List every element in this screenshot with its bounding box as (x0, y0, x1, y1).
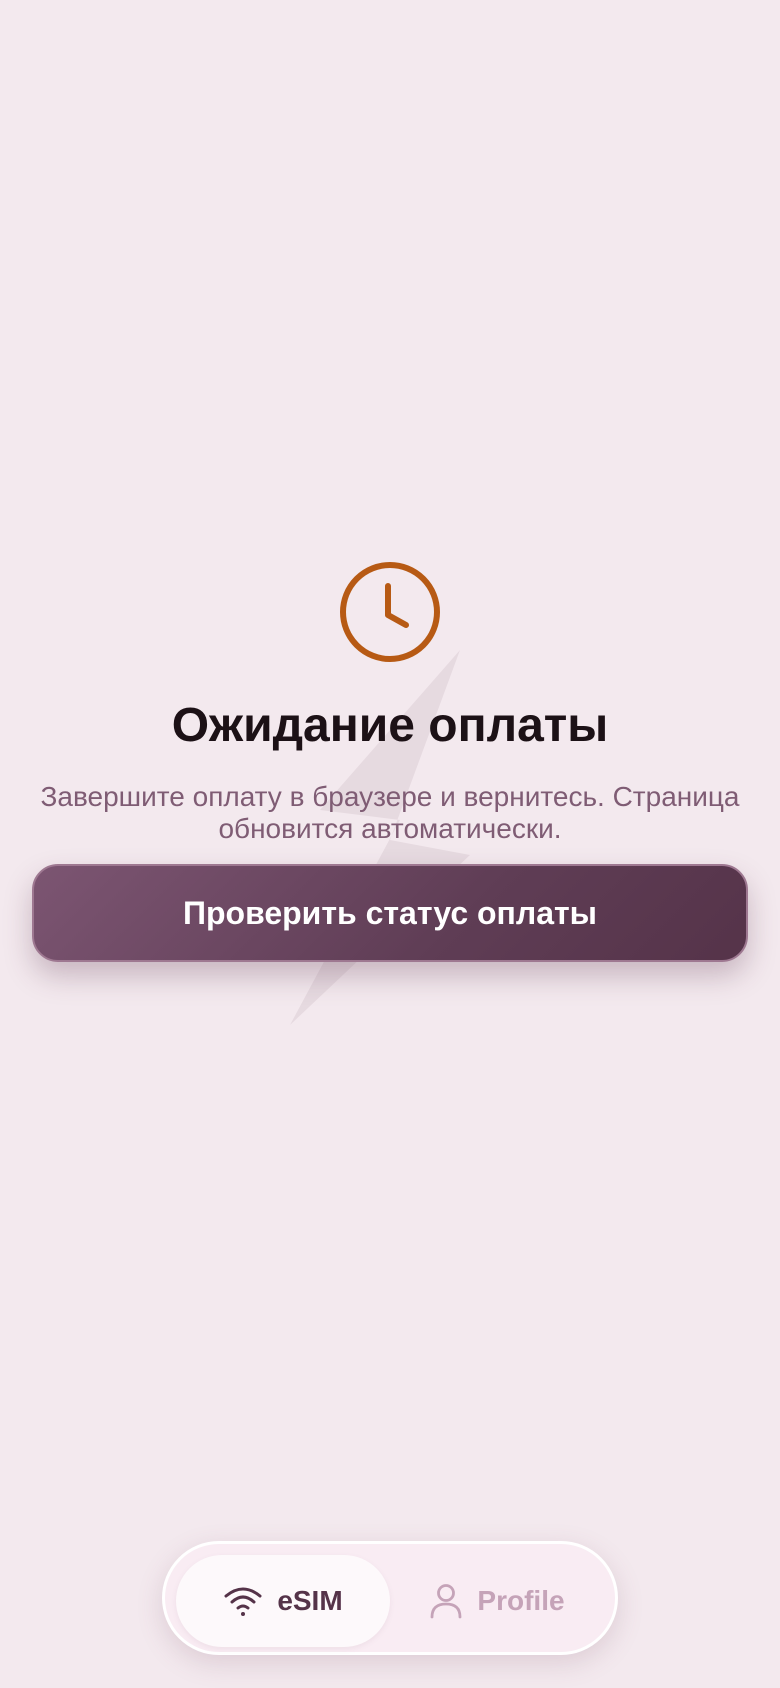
wifi-icon (224, 1587, 262, 1616)
tab-esim[interactable]: eSIM (176, 1555, 390, 1647)
clock-icon (340, 562, 440, 662)
tab-esim-label: eSIM (277, 1585, 343, 1616)
bottom-tab-bar: eSIM Profile (162, 1541, 618, 1655)
person-icon (431, 1584, 462, 1619)
check-payment-status-button[interactable]: Проверить статус оплаты (32, 864, 748, 962)
payment-pending-screen: Ожидание оплаты Завершите оплату в брауз… (0, 0, 780, 1688)
status-description: Завершите оплату в браузере и вернитесь.… (40, 780, 740, 844)
page-title: Ожидание оплаты (171, 699, 609, 752)
status-section: Ожидание оплаты Завершите оплату в брауз… (0, 560, 780, 845)
tab-profile[interactable]: Profile (390, 1555, 604, 1647)
tab-profile-label: Profile (477, 1585, 565, 1616)
